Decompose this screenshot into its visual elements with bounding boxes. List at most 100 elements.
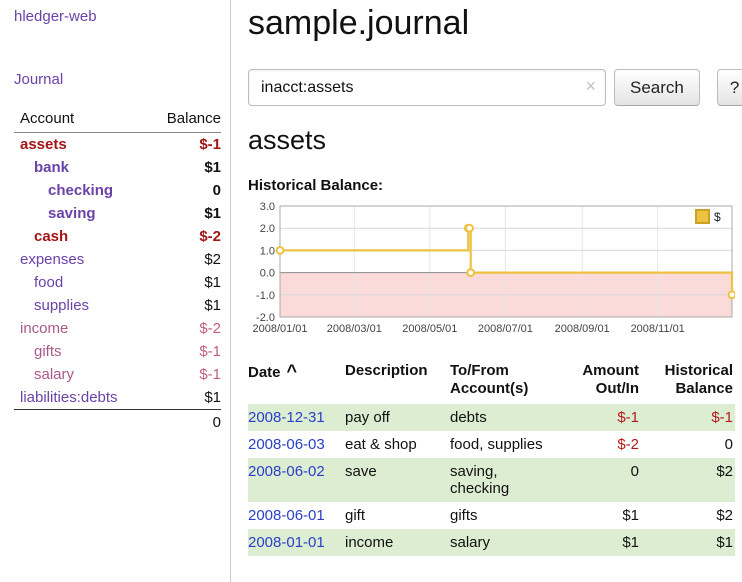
account-balance: $1 — [150, 156, 221, 179]
account-link-income[interactable]: income — [20, 320, 68, 337]
account-row: food $1 — [14, 271, 221, 294]
account-row: assets $-1 — [14, 133, 221, 157]
chart-title: Historical Balance: — [248, 177, 742, 194]
date-header-label: Date — [248, 364, 281, 381]
account-row: liabilities:debts $1 — [14, 386, 221, 410]
account-link-saving[interactable]: saving — [48, 205, 96, 222]
hledger-web-app: hledger-web Journal Account Balance asse… — [0, 0, 742, 582]
account-balance: $2 — [150, 248, 221, 271]
account-link-expenses[interactable]: expenses — [20, 251, 84, 268]
transaction-date-link[interactable]: 2008-12-31 — [248, 409, 325, 426]
account-balance: $1 — [150, 294, 221, 317]
brand-link[interactable]: hledger-web — [14, 8, 220, 25]
date-column-header[interactable]: Date ^ — [248, 360, 345, 404]
transaction-date-link[interactable]: 2008-06-02 — [248, 463, 325, 480]
account-link-food[interactable]: food — [34, 274, 63, 291]
x-tick-label: 2008/07/01 — [478, 323, 533, 335]
y-tick-label: 0.0 — [260, 268, 275, 280]
account-link-salary[interactable]: salary — [34, 366, 74, 383]
account-link-checking[interactable]: checking — [48, 182, 113, 199]
y-tick-label: -1.0 — [256, 290, 275, 302]
account-balance: $1 — [150, 202, 221, 225]
account-link-liabilities-debts[interactable]: liabilities:debts — [20, 389, 118, 406]
account-row: income $-2 — [14, 317, 221, 340]
account-balance: $-2 — [150, 317, 221, 340]
account-link-cash[interactable]: cash — [34, 228, 68, 245]
transaction-accounts: debts — [450, 404, 568, 431]
account-tree: Account Balance assets $-1 bank $1 check… — [14, 108, 221, 434]
sidebar-item-journal[interactable]: Journal — [14, 71, 220, 88]
transaction-description: gift — [345, 502, 450, 529]
y-tick-label: 2.0 — [260, 223, 275, 235]
transaction-balance: $2 — [641, 458, 735, 502]
account-balance: 0 — [150, 179, 221, 202]
register-row: 2008-01-01 income salary $1 $1 — [248, 529, 735, 556]
register-table: Date^ Description To/From Account(s) Amo… — [248, 360, 735, 556]
chart-container: 3.02.01.00.0-1.0-2.02008/01/012008/03/01… — [248, 200, 742, 346]
accounts-column-header: To/From Account(s) — [450, 360, 568, 404]
legend-label: $ — [714, 210, 721, 224]
transaction-balance: $2 — [641, 502, 735, 529]
transaction-description: save — [345, 458, 450, 502]
account-row: saving $1 — [14, 202, 221, 225]
transaction-date-link[interactable]: 2008-06-03 — [248, 436, 325, 453]
search-bar: × Search ? — [248, 69, 742, 106]
x-tick-label: 2008/09/01 — [555, 323, 610, 335]
account-balance: $-2 — [150, 225, 221, 248]
account-row: bank $1 — [14, 156, 221, 179]
balance-column-header: Balance — [150, 108, 221, 133]
account-balance: $1 — [150, 271, 221, 294]
x-tick-label: 2008/01/01 — [252, 323, 307, 335]
transaction-description: pay off — [345, 404, 450, 431]
x-tick-label: 2008/03/01 — [327, 323, 382, 335]
account-row: gifts $-1 — [14, 340, 221, 363]
account-balance: $-1 — [150, 133, 221, 157]
register-row: 2008-06-01 gift gifts $1 $2 — [248, 502, 735, 529]
transaction-balance: $1 — [641, 529, 735, 556]
transaction-amount: 0 — [568, 458, 641, 502]
amount-column-header: Amount Out/In — [568, 360, 641, 404]
register-row: 2008-06-02 save saving, checking 0 $2 — [248, 458, 735, 502]
legend-swatch — [696, 210, 709, 223]
transaction-amount: $1 — [568, 529, 641, 556]
account-balance: $-1 — [150, 363, 221, 386]
help-button[interactable]: ? — [717, 69, 742, 106]
account-tree-header: Account Balance — [14, 108, 221, 133]
account-row: checking 0 — [14, 179, 221, 202]
y-tick-label: 1.0 — [260, 245, 275, 257]
register-row: 2008-06-03 eat & shop food, supplies $-2… — [248, 431, 735, 458]
transaction-balance: $-1 — [641, 404, 735, 431]
sidebar: hledger-web Journal Account Balance asse… — [0, 0, 231, 582]
account-link-bank[interactable]: bank — [34, 159, 69, 176]
transaction-date-link[interactable]: 2008-06-01 — [248, 507, 325, 524]
transaction-amount: $-1 — [568, 404, 641, 431]
search-input[interactable] — [248, 69, 606, 106]
transaction-description: eat & shop — [345, 431, 450, 458]
x-tick-label: 2008/11/01 — [631, 323, 685, 335]
historical-balance-column-header: Historical Balance — [641, 360, 735, 404]
sort-ascending-icon: ^ — [287, 361, 298, 381]
transaction-amount: $-2 — [568, 431, 641, 458]
account-link-gifts[interactable]: gifts — [34, 343, 62, 360]
register-row: 2008-12-31 pay off debts $-1 $-1 — [248, 404, 735, 431]
account-row: salary $-1 — [14, 363, 221, 386]
transaction-accounts: food, supplies — [450, 431, 568, 458]
data-point-marker — [467, 269, 474, 276]
transaction-balance: 0 — [641, 431, 735, 458]
x-tick-label: 2008/05/01 — [402, 323, 457, 335]
accounts-total: 0 — [150, 410, 221, 435]
search-button[interactable]: Search — [614, 69, 700, 106]
page-title: sample.journal — [248, 2, 742, 44]
transaction-date-link[interactable]: 2008-01-01 — [248, 534, 325, 551]
data-point-marker — [729, 291, 735, 298]
account-link-assets[interactable]: assets — [20, 136, 67, 153]
account-link-supplies[interactable]: supplies — [34, 297, 89, 314]
historical-balance-chart: 3.02.01.00.0-1.0-2.02008/01/012008/03/01… — [248, 200, 735, 341]
account-row: supplies $1 — [14, 294, 221, 317]
account-row: expenses $2 — [14, 248, 221, 271]
transaction-accounts: salary — [450, 529, 568, 556]
data-point-marker — [466, 225, 473, 232]
data-point-marker — [277, 247, 284, 254]
clear-search-icon[interactable]: × — [585, 77, 596, 95]
accounts-total-row: 0 — [14, 410, 221, 435]
